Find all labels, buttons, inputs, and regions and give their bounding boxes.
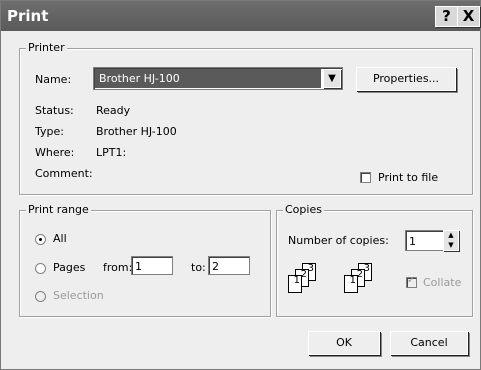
window-title: Print [7, 7, 49, 25]
spin-up-icon[interactable]: ▲ [444, 231, 458, 240]
type-label: Type: [35, 125, 64, 138]
where-value: LPT1: [96, 146, 127, 159]
close-button[interactable]: X [457, 6, 480, 27]
print-to-file-label[interactable]: Print to file [378, 171, 438, 184]
print-to-file-checkbox[interactable] [360, 172, 371, 183]
to-page-input[interactable]: 2 [208, 256, 250, 275]
collate-pages-icon: 3 2 1 3 2 1 [288, 263, 388, 307]
copies-input[interactable]: 1 [405, 230, 445, 251]
number-of-copies-label: Number of copies: [288, 234, 389, 247]
title-bar[interactable]: Print ? X [1, 1, 480, 31]
selection-radio[interactable] [35, 291, 46, 302]
comment-label: Comment: [35, 167, 93, 180]
chevron-down-icon[interactable]: ▼ [323, 69, 341, 88]
printer-name-value[interactable]: Brother HJ-100 [95, 69, 321, 88]
cancel-button[interactable]: Cancel [390, 331, 468, 355]
ok-button[interactable]: OK [308, 331, 380, 355]
properties-button[interactable]: Properties... [356, 67, 456, 91]
spin-down-icon[interactable]: ▼ [444, 241, 458, 250]
pages-radio[interactable] [35, 263, 46, 274]
where-label: Where: [35, 146, 75, 159]
collate-checkbox[interactable] [406, 275, 417, 288]
all-label[interactable]: All [53, 232, 67, 245]
type-value: Brother HJ-100 [96, 125, 177, 138]
copies-group-label: Copies [283, 203, 324, 216]
status-value: Ready [96, 104, 131, 117]
selection-label[interactable]: Selection [53, 289, 104, 302]
collate-label[interactable]: Collate [423, 276, 461, 289]
from-label: from: [103, 261, 133, 274]
help-button[interactable]: ? [435, 6, 458, 27]
name-label: Name: [35, 73, 72, 86]
print-range-group-label: Print range [26, 203, 91, 216]
status-label: Status: [35, 104, 74, 117]
printer-group-label: Printer [26, 41, 67, 54]
copies-spinner[interactable]: ▲ ▼ [443, 230, 459, 251]
print-dialog: Print ? X Printer Name: Brother HJ-100 ▼… [0, 0, 481, 370]
from-page-input[interactable]: 1 [131, 256, 173, 275]
all-radio[interactable] [35, 234, 46, 245]
to-label: to: [191, 261, 206, 274]
pages-label[interactable]: Pages [53, 261, 85, 274]
